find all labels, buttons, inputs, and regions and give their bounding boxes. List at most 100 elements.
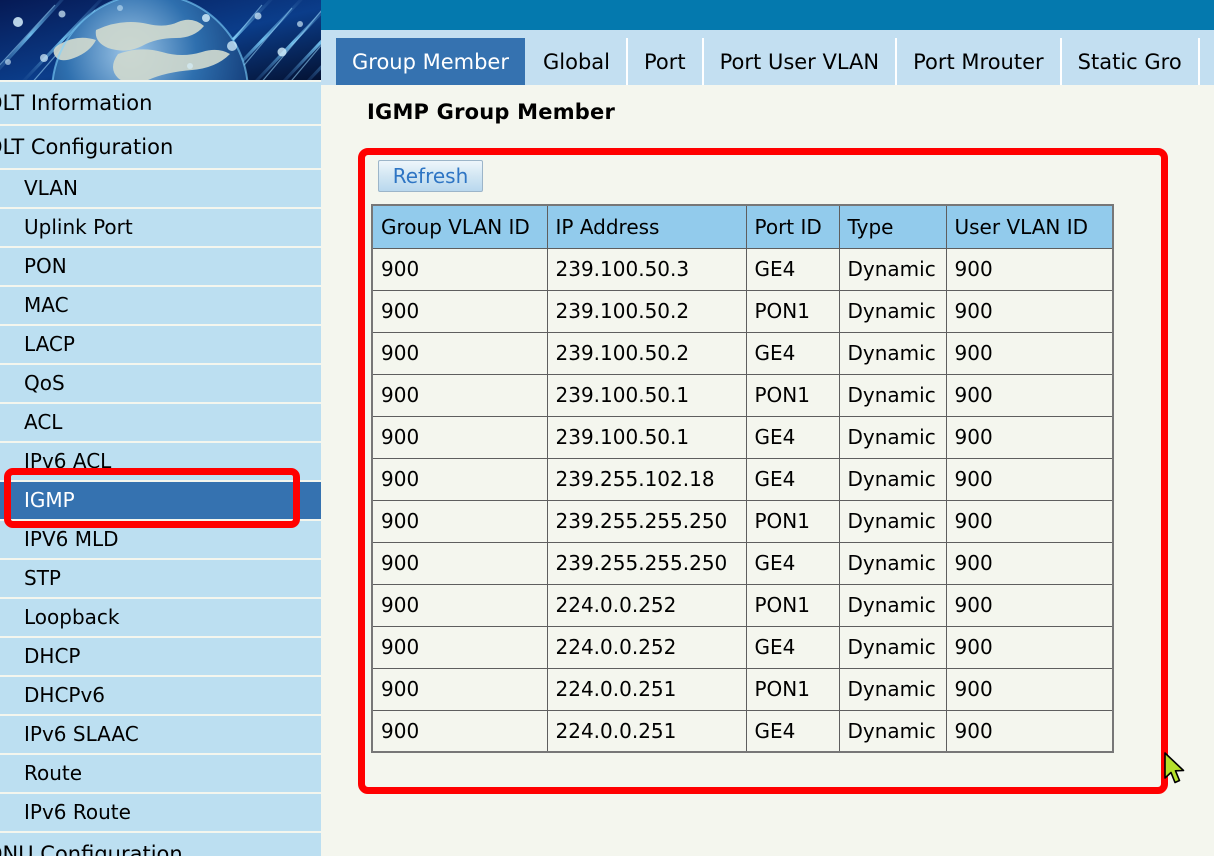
table-row: 900224.0.0.252GE4Dynamic900 <box>372 626 1113 668</box>
table-cell: 900 <box>372 290 547 332</box>
tab-static-group[interactable]: Static Gro <box>1062 38 1200 85</box>
sidebar-item-pon[interactable]: PON <box>0 248 321 285</box>
table-cell: 900 <box>372 668 547 710</box>
table-cell: 900 <box>946 290 1113 332</box>
table-cell: Dynamic <box>839 668 946 710</box>
table-cell: Dynamic <box>839 374 946 416</box>
tab-strip-left-pad <box>321 30 336 85</box>
table-cell: 900 <box>372 542 547 584</box>
table-cell: 900 <box>946 458 1113 500</box>
table-row: 900239.100.50.1PON1Dynamic900 <box>372 374 1113 416</box>
tab-global[interactable]: Global <box>527 38 628 85</box>
table-row: 900239.255.255.250GE4Dynamic900 <box>372 542 1113 584</box>
table-header-row: Group VLAN IDIP AddressPort IDTypeUser V… <box>372 205 1113 248</box>
table-cell: 239.255.102.18 <box>547 458 746 500</box>
tab-strip[interactable]: Group MemberGlobalPortPort User VLANPort… <box>321 30 1214 85</box>
table-row: 900239.100.50.2GE4Dynamic900 <box>372 332 1113 374</box>
table-cell: 224.0.0.252 <box>547 626 746 668</box>
igmp-group-member-table: Group VLAN IDIP AddressPort IDTypeUser V… <box>371 204 1114 753</box>
table-cell: 900 <box>372 248 547 290</box>
tab-port-mrouter[interactable]: Port Mrouter <box>897 38 1062 85</box>
tab-port-user-vlan[interactable]: Port User VLAN <box>704 38 897 85</box>
table-cell: 900 <box>946 710 1113 752</box>
sidebar-item-igmp[interactable]: IGMP <box>0 482 321 519</box>
content-area: IGMP Group Member Refresh Group VLAN IDI… <box>321 85 1214 856</box>
sidebar-item-ipv6-mld[interactable]: IPV6 MLD <box>0 521 321 558</box>
table-cell: GE4 <box>746 248 839 290</box>
table-cell: 900 <box>372 416 547 458</box>
table-body: 900239.100.50.3GE4Dynamic900900239.100.5… <box>372 248 1113 752</box>
table-cell: 239.255.255.250 <box>547 542 746 584</box>
sidebar-item-olt-configuration[interactable]: OLT Configuration <box>0 126 321 168</box>
sidebar-item-lacp[interactable]: LACP <box>0 326 321 363</box>
table-cell: 900 <box>372 332 547 374</box>
table-cell: GE4 <box>746 458 839 500</box>
refresh-button[interactable]: Refresh <box>378 160 483 192</box>
main-area: Group MemberGlobalPortPort User VLANPort… <box>321 0 1214 856</box>
table-cell: 224.0.0.252 <box>547 584 746 626</box>
table-cell: Dynamic <box>839 542 946 584</box>
table-column-header: Group VLAN ID <box>372 205 547 248</box>
table-cell: 900 <box>946 332 1113 374</box>
sidebar-item-ipv6-acl[interactable]: IPv6 ACL <box>0 443 321 480</box>
sidebar-item-uplink-port[interactable]: Uplink Port <box>0 209 321 246</box>
table-cell: 900 <box>946 416 1113 458</box>
sidebar-item-route[interactable]: Route <box>0 755 321 792</box>
table-cell: Dynamic <box>839 248 946 290</box>
table-row: 900239.100.50.3GE4Dynamic900 <box>372 248 1113 290</box>
table-row: 900224.0.0.251GE4Dynamic900 <box>372 710 1113 752</box>
table-cell: 224.0.0.251 <box>547 710 746 752</box>
table-cell: PON1 <box>746 290 839 332</box>
sidebar-item-olt-information[interactable]: OLT Information <box>0 82 321 124</box>
table-cell: 900 <box>372 500 547 542</box>
table-cell: 239.255.255.250 <box>547 500 746 542</box>
table-cell: 900 <box>946 374 1113 416</box>
sidebar-item-vlan[interactable]: VLAN <box>0 170 321 207</box>
table-cell: 239.100.50.2 <box>547 332 746 374</box>
table-cell: Dynamic <box>839 500 946 542</box>
sidebar-item-ipv6-route[interactable]: IPv6 Route <box>0 794 321 831</box>
sidebar-nav[interactable]: OLT InformationOLT ConfigurationVLANUpli… <box>0 82 321 856</box>
table-cell: 224.0.0.251 <box>547 668 746 710</box>
table-cell: 239.100.50.2 <box>547 290 746 332</box>
sidebar-item-dhcp[interactable]: DHCP <box>0 638 321 675</box>
table-cell: 900 <box>946 542 1113 584</box>
table-column-header: Type <box>839 205 946 248</box>
sidebar-item-acl[interactable]: ACL <box>0 404 321 441</box>
table-row: 900224.0.0.251PON1Dynamic900 <box>372 668 1113 710</box>
table-cell: PON1 <box>746 374 839 416</box>
sidebar-item-loopback[interactable]: Loopback <box>0 599 321 636</box>
table-column-header: IP Address <box>547 205 746 248</box>
table-cell: 900 <box>946 584 1113 626</box>
left-column: OLT InformationOLT ConfigurationVLANUpli… <box>0 0 321 856</box>
table-cell: PON1 <box>746 584 839 626</box>
table-cell: Dynamic <box>839 584 946 626</box>
table-cell: 900 <box>372 374 547 416</box>
table-cell: Dynamic <box>839 332 946 374</box>
igmp-group-member-panel: Refresh Group VLAN IDIP AddressPort IDTy… <box>358 148 1158 393</box>
table-cell: Dynamic <box>839 290 946 332</box>
table-cell: 900 <box>946 626 1113 668</box>
table-cell: Dynamic <box>839 626 946 668</box>
sidebar-item-stp[interactable]: STP <box>0 560 321 597</box>
sidebar-item-ipv6-slaac[interactable]: IPv6 SLAAC <box>0 716 321 753</box>
table-cell: GE4 <box>746 626 839 668</box>
tab-port[interactable]: Port <box>628 38 704 85</box>
table-column-header: User VLAN ID <box>946 205 1113 248</box>
sidebar-item-dhcpv6[interactable]: DHCPv6 <box>0 677 321 714</box>
table-cell: 900 <box>946 668 1113 710</box>
table-cell: 900 <box>372 710 547 752</box>
table-cell: 239.100.50.1 <box>547 416 746 458</box>
table-cell: GE4 <box>746 710 839 752</box>
table-cell: 900 <box>372 626 547 668</box>
sidebar-item-onu-configuration[interactable]: ONU Configuration <box>0 833 321 856</box>
table-cell: 900 <box>372 458 547 500</box>
table-cell: GE4 <box>746 416 839 458</box>
tab-group-member[interactable]: Group Member <box>336 38 527 85</box>
table-row: 900239.100.50.2PON1Dynamic900 <box>372 290 1113 332</box>
table-row: 900239.255.255.250PON1Dynamic900 <box>372 500 1113 542</box>
sidebar-item-qos[interactable]: QoS <box>0 365 321 402</box>
sidebar-item-mac[interactable]: MAC <box>0 287 321 324</box>
table-cell: 900 <box>946 500 1113 542</box>
table-row: 900239.255.102.18GE4Dynamic900 <box>372 458 1113 500</box>
